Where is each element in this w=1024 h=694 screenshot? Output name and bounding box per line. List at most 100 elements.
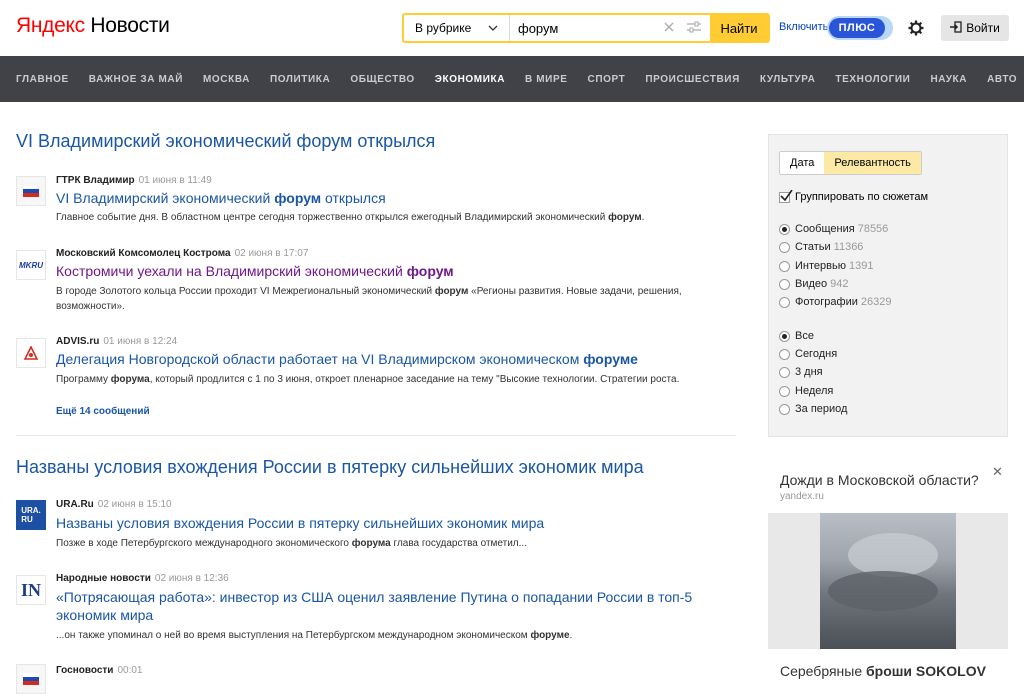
news-snippet: ...он также упоминал о ней во время выст… <box>56 628 736 643</box>
agency-name[interactable]: URA.Ru <box>56 499 94 510</box>
ad-image[interactable] <box>768 513 1008 649</box>
type-label: Интервью <box>795 260 846 272</box>
period-label: Сегодня <box>795 348 838 360</box>
yandex-news-logo[interactable]: Яндекс Новости <box>16 14 170 38</box>
period-radio-3days[interactable]: 3 дня <box>779 366 823 378</box>
headline-highlight: форум <box>274 190 322 206</box>
source-logo-mk: MKRU <box>16 250 46 280</box>
radio-circle <box>779 348 790 360</box>
agency-name[interactable]: ГТРК Владимир <box>56 175 135 186</box>
news-snippet: Главное событие дня. В областном центре … <box>56 210 736 225</box>
search-input[interactable]: форум <box>510 15 710 41</box>
nav-item-important[interactable]: ВАЖНОЕ ЗА МАЙ <box>89 74 183 85</box>
ad-close-icon[interactable]: ✕ <box>992 464 1003 480</box>
news-meta: ГТРК Владимир 01 июня в 11:49 <box>56 175 212 186</box>
radio-circle <box>779 385 790 397</box>
news-meta: ADVIS.ru 01 июня в 12:24 <box>56 336 177 347</box>
period-label: Неделя <box>795 385 834 397</box>
search-filters-panel: Дата Релевантность Группировать по сюжет… <box>768 134 1008 437</box>
sort-tab-relevance[interactable]: Релевантность <box>824 152 921 174</box>
sort-tabs: Дата Релевантность <box>779 151 922 175</box>
type-radio-messages[interactable]: Сообщения 78556 <box>779 223 888 235</box>
more-messages-link[interactable]: Ещё 14 сообщений <box>56 406 150 417</box>
news-headline[interactable]: VI Владимирский экономический форум откр… <box>56 189 726 207</box>
nav-item-auto[interactable]: АВТО <box>987 74 1017 85</box>
headline-text: Костромичи уехали на Владимирский эконом… <box>56 263 407 279</box>
snippet-text-end: . <box>569 630 573 641</box>
group-by-story-checkbox[interactable]: Группировать по сюжетам <box>779 189 928 203</box>
search-button[interactable]: Найти <box>710 15 768 41</box>
news-time: 00:01 <box>117 665 143 676</box>
filters-icon[interactable] <box>686 20 702 37</box>
news-snippet: Позже в ходе Петербургского международно… <box>56 536 736 551</box>
search-scope-select[interactable]: В рубрике <box>404 15 510 41</box>
nav-item-politics[interactable]: ПОЛИТИКА <box>270 74 330 85</box>
story-title[interactable]: Названы условия вхождения России в пятер… <box>16 457 644 478</box>
news-snippet: Программу форума, который продлится с 1 … <box>56 372 736 387</box>
type-radio-articles[interactable]: Статьи 11366 <box>779 241 863 253</box>
nav-item-world[interactable]: В МИРЕ <box>525 74 567 85</box>
news-headline[interactable]: «Потрясающая работа»: инвестор из США оц… <box>56 588 736 624</box>
type-label: Фотографии <box>795 296 858 308</box>
nav-item-incidents[interactable]: ПРОИСШЕСТВИЯ <box>645 74 740 85</box>
chevron-down-icon <box>487 22 499 36</box>
login-button[interactable]: Войти <box>941 15 1009 41</box>
type-radio-interviews[interactable]: Интервью 1391 <box>779 260 873 272</box>
type-radio-video[interactable]: Видео 942 <box>779 278 849 290</box>
news-headline[interactable]: Костромичи уехали на Владимирский эконом… <box>56 262 726 280</box>
news-headline[interactable]: Делегация Новгородской области работает … <box>56 350 726 368</box>
snippet-text: Главное событие дня. В областном центре … <box>56 212 609 223</box>
radio-circle <box>779 366 790 378</box>
nav-item-sport[interactable]: СПОРТ <box>588 74 626 85</box>
type-label: Сообщения <box>795 223 855 235</box>
clear-icon[interactable] <box>662 20 676 37</box>
period-radio-all[interactable]: Все <box>779 330 814 342</box>
nav-item-culture[interactable]: КУЛЬТУРА <box>760 74 816 85</box>
period-radio-range[interactable]: За период <box>779 403 847 415</box>
period-radio-week[interactable]: Неделя <box>779 385 833 397</box>
sort-tab-date[interactable]: Дата <box>780 152 825 174</box>
ura-logo-text: URA. RU <box>21 506 41 524</box>
ad-photo-cloud <box>828 571 938 611</box>
nav-item-tech[interactable]: ТЕХНОЛОГИИ <box>835 74 910 85</box>
ad-title[interactable]: Дожди в Московской области? <box>780 472 979 488</box>
login-label: Войти <box>966 21 1000 35</box>
snippet-highlight: форуме <box>530 630 570 641</box>
search-input-value: форум <box>518 20 559 36</box>
story-title[interactable]: VI Владимирский экономический форум откр… <box>16 131 435 152</box>
nav-item-science[interactable]: НАУКА <box>930 74 967 85</box>
snippet-text: ...он также упоминал о ней во время выст… <box>56 630 531 641</box>
agency-name[interactable]: Народные новости <box>56 573 151 584</box>
radio-circle <box>779 296 790 308</box>
headline-text: VI Владимирский экономический <box>56 190 275 206</box>
login-icon <box>950 20 962 36</box>
headline-highlight: форум <box>406 263 454 279</box>
headline-highlight: форуме <box>583 351 638 367</box>
ad2-title[interactable]: Серебряные броши SOKOLOV <box>780 663 986 679</box>
snippet-text-end: , который продлится с 1 по 3 июня, откро… <box>149 374 680 385</box>
radio-circle <box>779 260 790 272</box>
news-meta: Госновости 00:01 <box>56 665 143 676</box>
agency-name[interactable]: ADVIS.ru <box>56 336 99 347</box>
type-count: 26329 <box>860 296 892 308</box>
nav-item-moscow[interactable]: МОСКВА <box>203 74 250 85</box>
source-logo-advis <box>16 338 46 368</box>
plus-badge[interactable]: ПЛЮС <box>827 16 893 40</box>
snippet-highlight: форум <box>608 212 642 223</box>
type-radio-photos[interactable]: Фотографии 26329 <box>779 296 891 308</box>
agency-name[interactable]: Московский Комсомолец Кострома <box>56 248 231 259</box>
type-label: Видео <box>795 278 828 290</box>
nav-item-society[interactable]: ОБЩЕСТВО <box>350 74 414 85</box>
ad-domain[interactable]: yandex.ru <box>780 491 824 502</box>
period-radio-today[interactable]: Сегодня <box>779 348 837 360</box>
type-count: 78556 <box>857 223 889 235</box>
agency-name[interactable]: Госновости <box>56 665 113 676</box>
nav-item-economy[interactable]: ЭКОНОМИКА <box>435 74 505 85</box>
header: Яндекс Новости В рубрике форум Найти Вкл… <box>0 0 1024 56</box>
search-scope-value: В рубрике <box>415 21 472 35</box>
snippet-text: Позже в ходе Петербургского международно… <box>56 538 352 549</box>
plus-enable-link[interactable]: Включить <box>779 21 828 33</box>
news-headline[interactable]: Названы условия вхождения России в пятер… <box>56 514 726 532</box>
gear-icon[interactable] <box>908 20 924 41</box>
nav-item-main[interactable]: ГЛАВНОЕ <box>16 74 69 85</box>
